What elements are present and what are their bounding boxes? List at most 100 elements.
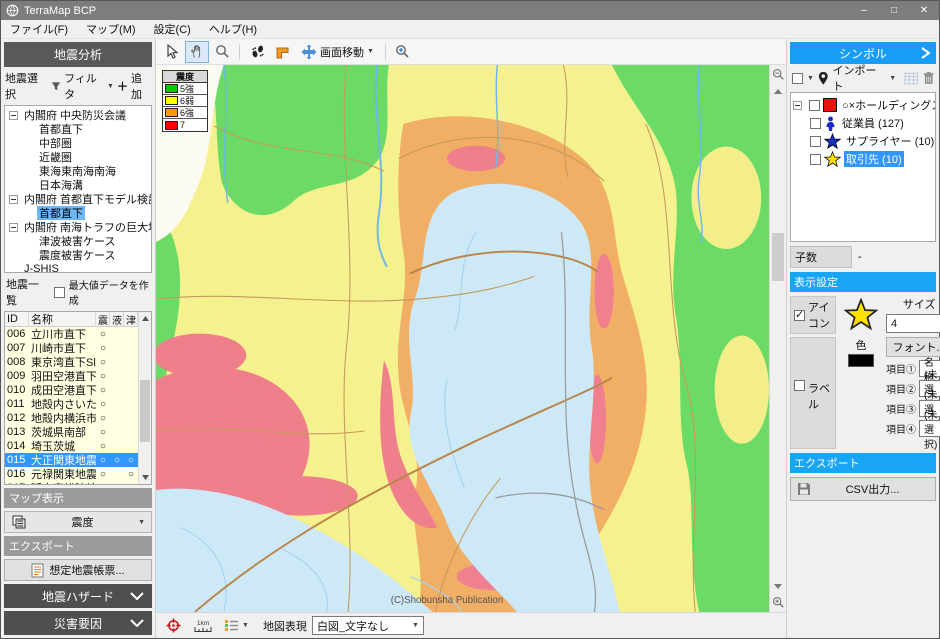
quake-tree-item[interactable]: 日本海溝 xyxy=(5,178,151,192)
csv-export-button[interactable]: CSV出力... xyxy=(790,477,936,501)
menu-item[interactable]: ファイル(F) xyxy=(1,19,77,39)
title-bar: TerraMap BCP – □ ✕ xyxy=(1,1,939,20)
map-style-combo[interactable]: 白図_文字なし ▼ xyxy=(312,616,424,635)
table-row[interactable]: 017延宝房総沖地震○ xyxy=(5,481,151,485)
map-scroll-thumb[interactable] xyxy=(772,233,784,281)
tree-expander-icon[interactable] xyxy=(9,111,18,120)
trash-icon[interactable] xyxy=(923,71,935,85)
table-row[interactable]: 009羽田空港直下○ xyxy=(5,369,151,383)
map-scroll-track[interactable] xyxy=(770,98,786,579)
symbol-visibility-checkbox[interactable] xyxy=(809,100,820,111)
quake-tree-item[interactable]: 首都直下 xyxy=(5,122,151,136)
area-corner-tool-button[interactable] xyxy=(270,41,294,63)
map-scroll-down-icon[interactable] xyxy=(770,579,787,593)
symbol-tree-item[interactable]: 取引先 (10) xyxy=(793,150,933,168)
menu-item[interactable]: ヘルプ(H) xyxy=(200,19,266,39)
zoom-out-button[interactable] xyxy=(770,65,787,84)
table-row[interactable]: 013茨城県南部○ xyxy=(5,425,151,439)
map-scroll-up-icon[interactable] xyxy=(770,84,787,98)
symbol-tree-item[interactable]: ○×ホールディングス (3) xyxy=(793,96,933,114)
tree-expander-icon[interactable] xyxy=(9,195,18,204)
cell-id: 006 xyxy=(5,328,29,340)
quake-tree-item[interactable]: 近畿圏 xyxy=(5,150,151,164)
label-checkbox-panel[interactable]: ラベル xyxy=(790,337,836,449)
symbol-tree-item[interactable]: サプライヤー (10) xyxy=(793,132,933,150)
minimize-button[interactable]: – xyxy=(849,1,879,20)
map-canvas[interactable]: (C)Shobunsha Publication xyxy=(156,65,769,612)
max-data-checkbox[interactable] xyxy=(54,287,65,298)
measure-route-tool-button[interactable] xyxy=(245,41,269,63)
legend-list-button[interactable]: ▼ xyxy=(221,615,252,637)
quake-tree-item[interactable]: 東海東南海南海 xyxy=(5,164,151,178)
zoom-in-button[interactable] xyxy=(770,593,787,612)
scroll-up-icon[interactable] xyxy=(139,312,151,325)
report-button[interactable]: 想定地震帳票... xyxy=(4,559,152,581)
table-row[interactable]: 012地殻内横浜市○ xyxy=(5,411,151,425)
column-header[interactable]: 震 xyxy=(96,312,110,326)
symbol-visibility-checkbox[interactable] xyxy=(810,118,821,129)
field-combo[interactable]: (未選択)▼ xyxy=(919,420,940,437)
map-display-combo[interactable]: 震度 ▼ xyxy=(4,511,152,533)
tree-expander-icon[interactable] xyxy=(793,101,802,110)
symbol-panel-title[interactable]: シンボル xyxy=(790,42,936,64)
center-target-button[interactable] xyxy=(161,615,185,637)
yellow-star-icon xyxy=(824,151,841,168)
column-header[interactable]: 名称 xyxy=(29,312,96,326)
quake-tree-item[interactable]: 内閣府 首都直下モデル検討会 xyxy=(5,192,151,206)
table-row[interactable]: 006立川市直下○ xyxy=(5,327,151,341)
svg-text:1km: 1km xyxy=(197,620,209,627)
column-header[interactable]: 液 xyxy=(110,312,124,326)
table-row[interactable]: 010成田空港直下○ xyxy=(5,383,151,397)
import-button[interactable]: インポート xyxy=(832,62,885,94)
table-row[interactable]: 011地殻内さいたま市○ xyxy=(5,397,151,411)
menu-item[interactable]: マップ(M) xyxy=(77,19,145,39)
quake-tree-item[interactable]: 震度被害ケース xyxy=(5,248,151,262)
menu-item[interactable]: 設定(C) xyxy=(145,19,200,39)
import-caret-icon[interactable]: ▼ xyxy=(889,75,896,82)
icon-checkbox-panel[interactable]: アイコン xyxy=(790,296,836,334)
filter-caret-icon[interactable]: ▼ xyxy=(107,83,114,90)
quake-tree-item[interactable]: 内閣府 南海トラフの巨大地震モデル検 xyxy=(5,220,151,234)
map-vertical-scrollbar[interactable] xyxy=(769,65,786,612)
legend-list-caret-icon: ▼ xyxy=(242,622,249,629)
map-attribution: (C)Shobunsha Publication xyxy=(391,595,503,606)
size-combo[interactable]: 4 ▼ xyxy=(886,314,940,333)
zoom-select-tool-button[interactable] xyxy=(391,41,415,63)
symbol-visibility-checkbox[interactable] xyxy=(810,154,821,165)
quake-tree-item[interactable]: 津波被害ケース xyxy=(5,234,151,248)
quake-table-scrollbar[interactable] xyxy=(138,312,151,484)
quake-tree-item[interactable]: 内閣府 中央防災会議 xyxy=(5,108,151,122)
scroll-down-icon[interactable] xyxy=(139,471,151,484)
magnifier-plus-icon xyxy=(395,44,410,59)
add-quake-button[interactable]: 追加 xyxy=(131,70,151,102)
table-row[interactable]: 015大正関東地震○○○ xyxy=(5,453,151,467)
column-header[interactable]: 津 xyxy=(124,312,138,326)
label-checkbox[interactable] xyxy=(794,380,805,391)
table-row[interactable]: 016元禄関東地震○○ xyxy=(5,467,151,481)
icon-checkbox[interactable] xyxy=(794,310,805,321)
table-row[interactable]: 008東京湾直下Slab○ xyxy=(5,355,151,369)
disaster-factor-section-bar[interactable]: 災害要因 xyxy=(4,611,152,635)
zoom-tool-button[interactable] xyxy=(210,41,234,63)
symbol-visibility-checkbox[interactable] xyxy=(810,136,821,147)
symbol-tree-item[interactable]: 従業員 (127) xyxy=(793,114,933,132)
quake-tree-item[interactable]: 首都直下 xyxy=(5,206,151,220)
column-header[interactable]: ID xyxy=(5,312,29,326)
table-row[interactable]: 014埼玉茨城○ xyxy=(5,439,151,453)
maximize-button[interactable]: □ xyxy=(879,1,909,20)
table-row[interactable]: 007川崎市直下○ xyxy=(5,341,151,355)
label-color-swatch[interactable] xyxy=(848,354,874,367)
quake-tree-item[interactable]: J-SHIS xyxy=(5,262,151,273)
scale-bar-button[interactable]: 1km xyxy=(190,615,216,637)
screen-move-button[interactable]: 画面移動 ▼ xyxy=(295,41,380,63)
close-button[interactable]: ✕ xyxy=(909,1,939,20)
select-tool-button[interactable] xyxy=(160,41,184,63)
symbol-shape-caret-icon[interactable]: ▼ xyxy=(807,75,814,82)
symbol-shape-button[interactable] xyxy=(792,73,803,84)
filter-button[interactable]: フィルタ xyxy=(64,70,104,102)
pan-hand-tool-button[interactable] xyxy=(185,41,209,63)
hazard-section-bar[interactable]: 地震ハザード xyxy=(4,584,152,608)
tree-expander-icon[interactable] xyxy=(9,223,18,232)
quake-tree-item[interactable]: 中部圏 xyxy=(5,136,151,150)
scrollbar-thumb[interactable] xyxy=(140,380,150,441)
